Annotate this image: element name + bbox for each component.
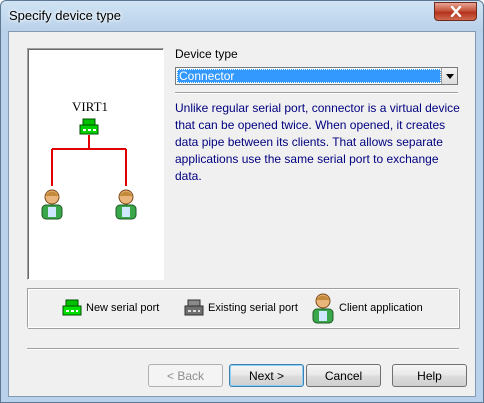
- client-application-icon: [115, 189, 137, 220]
- serial-port-gray-icon: [184, 299, 204, 316]
- port-name-label: VIRT1: [72, 99, 108, 114]
- close-button[interactable]: [434, 2, 477, 21]
- device-type-select[interactable]: Connector: [175, 67, 458, 85]
- legend-existing-port: Existing serial port: [184, 289, 298, 327]
- window-title: Specify device type: [9, 8, 122, 23]
- next-button[interactable]: Next >: [229, 364, 304, 387]
- connection-lines: [51, 135, 127, 186]
- client-application-icon: [312, 293, 334, 324]
- close-icon: [450, 6, 461, 17]
- dropdown-button[interactable]: [441, 68, 457, 84]
- chevron-down-icon: [445, 73, 454, 79]
- legend-new-port: New serial port: [62, 289, 159, 327]
- help-button[interactable]: Help: [392, 364, 467, 387]
- back-button[interactable]: < Back: [148, 364, 223, 387]
- legend-client-app: Client application: [311, 289, 423, 327]
- serial-port-green-icon: [62, 299, 82, 316]
- device-diagram: VIRT1: [27, 48, 164, 280]
- cancel-button[interactable]: Cancel: [306, 364, 381, 387]
- dialog-window: Specify device type VIRT1 Device type Co…: [0, 0, 484, 403]
- device-type-selected-value: Connector: [177, 69, 441, 83]
- device-type-label: Device type: [175, 47, 238, 61]
- legend-new-port-label: New serial port: [86, 302, 160, 314]
- dialog-body: VIRT1 Device type Connector Unlike regul…: [8, 31, 476, 397]
- title-bar[interactable]: Specify device type: [1, 1, 483, 31]
- button-divider: [27, 348, 459, 350]
- client-application-icon: [41, 189, 63, 220]
- serial-port-green-icon: [79, 118, 99, 135]
- divider: [175, 92, 458, 94]
- legend-panel: New serial port Existing serial port Cli…: [27, 288, 459, 328]
- device-description: Unlike regular serial port, connector is…: [175, 101, 460, 183]
- legend-client-app-label: Client application: [339, 302, 423, 314]
- legend-existing-port-label: Existing serial port: [208, 302, 298, 314]
